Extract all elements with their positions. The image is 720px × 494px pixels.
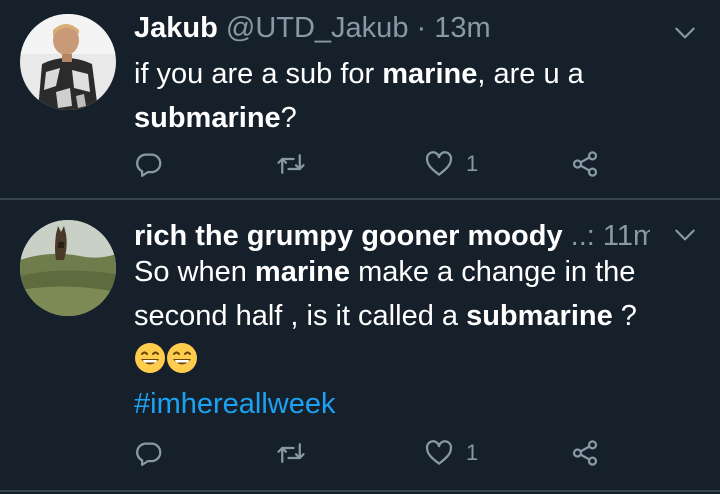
display-name[interactable]: Jakub	[134, 12, 218, 44]
heart-icon	[425, 440, 453, 465]
tweet-text: So when marine make a change in the seco…	[134, 250, 680, 426]
reply-bubble-icon	[136, 153, 162, 177]
retweet-icon	[277, 443, 305, 463]
tweet-actions: 1	[134, 144, 614, 184]
like-count: 1	[466, 151, 479, 176]
reply-button[interactable]	[134, 433, 164, 473]
reply-button[interactable]	[134, 144, 164, 184]
tweet-header: rich the grumpy gooner moody ..: 11m	[134, 218, 650, 254]
avatar[interactable]	[20, 220, 116, 316]
display-name[interactable]: rich the grumpy gooner moody	[134, 220, 563, 252]
share-button[interactable]	[570, 144, 600, 184]
text-part: ?	[280, 102, 297, 134]
timestamp[interactable]: 13m	[434, 12, 490, 44]
separator-dot: ·	[416, 12, 427, 44]
text-part: , are u a	[477, 58, 584, 90]
text-part-bold: submarine	[134, 102, 281, 134]
share-button[interactable]	[570, 433, 600, 473]
avatar-image	[20, 220, 116, 316]
chevron-down-icon[interactable]	[672, 20, 698, 46]
grinning-face-emoji	[135, 343, 165, 373]
heart-icon	[425, 151, 453, 176]
tweet-actions: 1	[134, 433, 614, 473]
avatar-image	[20, 14, 116, 110]
tweet-header: Jakub @UTD_Jakub · 13m	[134, 10, 650, 46]
like-count: 1	[466, 440, 479, 465]
hashtag-link[interactable]: #imhereallweek	[134, 388, 336, 420]
text-part-bold: marine	[254, 256, 351, 288]
retweet-button[interactable]	[276, 144, 306, 184]
text-part-bold: submarine	[466, 300, 613, 332]
retweet-button[interactable]	[276, 433, 306, 473]
chevron-down-icon[interactable]	[672, 222, 698, 248]
avatar[interactable]	[20, 14, 116, 110]
handle[interactable]: @UTD_Jakub	[226, 12, 409, 44]
text-part: So when	[134, 256, 255, 288]
like-button[interactable]: 1	[424, 144, 478, 184]
truncation-mark: ..:	[570, 220, 595, 252]
tweet-text: if you are a sub for marine, are u a sub…	[134, 52, 680, 140]
retweet-icon	[277, 154, 305, 174]
share-icon	[572, 151, 598, 177]
text-part: if you are a sub for	[134, 58, 383, 90]
text-part-bold: marine	[382, 58, 478, 90]
grinning-face-emoji	[167, 343, 197, 373]
text-part: ?	[612, 300, 637, 332]
like-button[interactable]: 1	[424, 433, 478, 473]
share-icon	[572, 440, 598, 466]
timestamp[interactable]: 11m	[603, 220, 650, 252]
reply-bubble-icon	[136, 442, 162, 466]
